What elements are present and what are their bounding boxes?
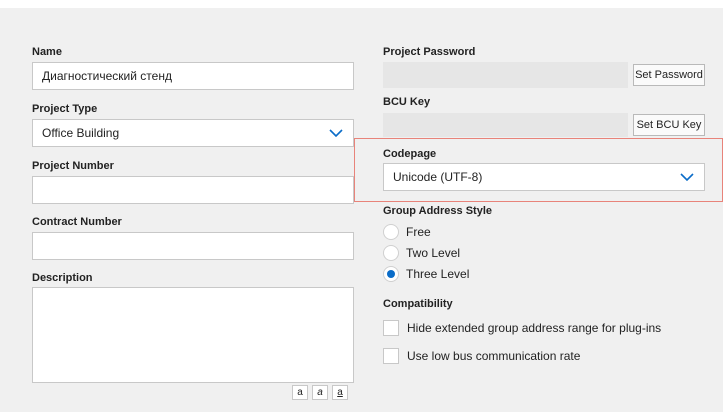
project-password-field (383, 62, 628, 88)
name-label: Name (32, 46, 62, 58)
project-type-label: Project Type (32, 103, 98, 115)
radio-option-two-level[interactable]: Two Level (383, 245, 460, 261)
radio-label-three-level: Three Level (406, 267, 470, 281)
radio-button[interactable] (383, 245, 399, 261)
radio-label-two-level: Two Level (406, 246, 461, 260)
project-number-label: Project Number (32, 160, 114, 172)
format-italic-button[interactable]: a (312, 385, 328, 400)
project-type-value: Office Building (42, 126, 120, 140)
checkbox-low-bus-rate[interactable]: Use low bus communication rate (383, 348, 580, 364)
checkbox-label-hide-extended: Hide extended group address range for pl… (407, 321, 662, 335)
project-number-input[interactable] (32, 176, 354, 204)
format-normal-button[interactable]: a (292, 385, 308, 400)
radio-button[interactable] (383, 224, 399, 240)
project-password-label: Project Password (383, 46, 476, 58)
codepage-value: Unicode (UTF-8) (393, 170, 483, 184)
checkbox[interactable] (383, 320, 399, 336)
name-input[interactable]: Диагностический стенд (32, 62, 354, 90)
codepage-select[interactable]: Unicode (UTF-8) (383, 163, 705, 191)
name-value: Диагностический стенд (42, 69, 172, 83)
contract-number-label: Contract Number (32, 216, 122, 228)
format-underline-button[interactable]: a (332, 385, 348, 400)
radio-button-selected[interactable] (383, 266, 399, 282)
project-type-select[interactable]: Office Building (32, 119, 354, 147)
checkbox-label-low-bus-rate: Use low bus communication rate (407, 349, 581, 363)
group-address-style-label: Group Address Style (383, 205, 493, 217)
checkbox-hide-extended-range[interactable]: Hide extended group address range for pl… (383, 320, 661, 336)
chevron-down-icon (329, 129, 343, 137)
radio-option-three-level[interactable]: Three Level (383, 266, 469, 282)
bcu-key-field (383, 113, 628, 137)
codepage-label: Codepage (383, 148, 437, 160)
contract-number-input[interactable] (32, 232, 354, 260)
description-textarea[interactable] (32, 287, 354, 383)
radio-label-free: Free (406, 225, 431, 239)
bcu-key-label: BCU Key (383, 96, 431, 108)
description-label: Description (32, 272, 93, 284)
radio-option-free[interactable]: Free (383, 224, 431, 240)
set-bcu-key-button[interactable]: Set BCU Key (633, 114, 705, 136)
top-bar (0, 0, 723, 8)
compatibility-label: Compatibility (383, 298, 453, 310)
set-password-button[interactable]: Set Password (633, 64, 705, 86)
chevron-down-icon (680, 173, 694, 181)
checkbox[interactable] (383, 348, 399, 364)
